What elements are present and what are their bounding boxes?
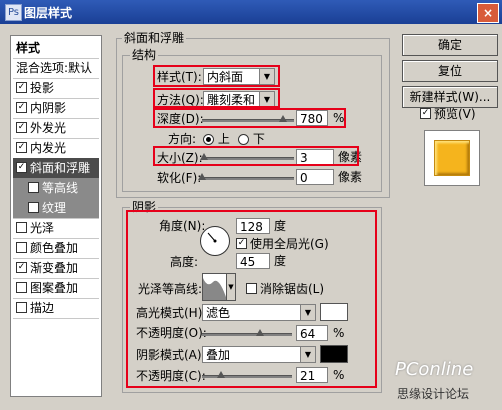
sidebar-item-bevel-emboss[interactable]: ✓ 斜面和浮雕 [13,158,99,179]
bevel-section-title: 斜面和浮雕 [122,31,187,45]
annotation-style [153,65,280,87]
ok-button[interactable]: 确定 [402,34,498,56]
style-list-header: 样式 [13,38,99,59]
checkbox-inner-shadow[interactable]: ✓ [16,102,27,113]
soften-label: 软化(F): [157,171,202,185]
sidebar-item-texture[interactable]: 纹理 [13,198,99,219]
sidebar-item-inner-shadow[interactable]: ✓ 内阴影 [13,98,99,119]
soften-slider-thumb[interactable] [198,173,206,180]
watermark-logo: PConline [395,359,474,380]
direction-down-option[interactable]: 下 [238,131,265,147]
window-title: 图层样式 [24,6,73,20]
direction-label: 方向: [168,132,197,146]
app-icon: Ps [5,4,22,21]
direction-up-option[interactable]: 上 [203,131,230,147]
checkbox-bevel-emboss[interactable]: ✓ [16,162,27,173]
sidebar-item-contour[interactable]: 等高线 [13,178,99,199]
close-icon[interactable]: × [477,3,499,23]
sidebar-item-drop-shadow[interactable]: ✓ 投影 [13,78,99,99]
preview-swatch [434,140,470,176]
sidebar-item-color-overlay[interactable]: 颜色叠加 [13,238,99,259]
checkbox-contour[interactable] [28,182,39,193]
new-style-button[interactable]: 新建样式(W)... [402,86,498,108]
sidebar-item-gradient-overlay[interactable]: ✓ 渐变叠加 [13,258,99,279]
checkbox-inner-glow[interactable]: ✓ [16,142,27,153]
annotation-method [153,88,280,108]
checkbox-outer-glow[interactable]: ✓ [16,122,27,133]
sidebar-item-stroke[interactable]: 描边 [13,298,99,319]
checkbox-color-overlay[interactable] [16,242,27,253]
reset-button[interactable]: 复位 [402,60,498,82]
checkbox-pattern-overlay[interactable] [16,282,27,293]
sidebar-item-satin[interactable]: 光泽 [13,218,99,239]
sidebar-item-inner-glow[interactable]: ✓ 内发光 [13,138,99,159]
annotation-size [153,146,359,166]
preview-option[interactable]: ✓ 预览(V) [420,106,476,122]
soften-slider[interactable] [202,177,294,180]
style-list: 样式 混合选项:默认 ✓ 投影 ✓ 内阴影 ✓ 外发光 ✓ 内发光 ✓ 斜面和浮雕 等高线… [10,35,102,397]
annotation-shading [126,210,377,388]
preview-box [424,130,480,186]
checkbox-stroke[interactable] [16,302,27,313]
soften-input[interactable]: 0 [296,169,334,185]
radio-up[interactable] [203,134,214,145]
structure-title: 结构 [130,48,159,62]
title-bar: Ps 图层样式 × [0,0,502,24]
watermark-text: 思缘设计论坛 [397,387,470,401]
sidebar-item-outer-glow[interactable]: ✓ 外发光 [13,118,99,139]
checkbox-texture[interactable] [28,202,39,213]
checkbox-drop-shadow[interactable]: ✓ [16,82,27,93]
soften-unit: 像素 [338,170,363,184]
annotation-depth [153,108,346,128]
radio-down[interactable] [238,134,249,145]
checkbox-gradient-overlay[interactable]: ✓ [16,262,27,273]
preview-checkbox[interactable]: ✓ [420,108,431,119]
sidebar-item-pattern-overlay[interactable]: 图案叠加 [13,278,99,299]
checkbox-satin[interactable] [16,222,27,233]
sidebar-item-blending-options[interactable]: 混合选项:默认 [13,58,99,79]
